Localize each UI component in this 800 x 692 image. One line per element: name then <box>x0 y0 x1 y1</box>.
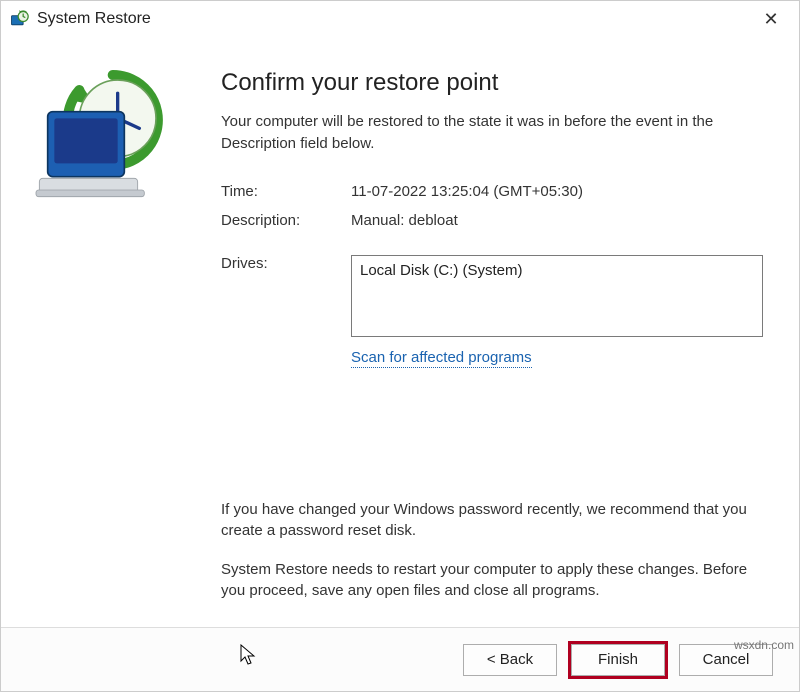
restore-illustration-icon <box>26 65 196 215</box>
notice-password-reset: If you have changed your Windows passwor… <box>221 499 763 541</box>
field-time: Time: 11-07-2022 13:25:04 (GMT+05:30) <box>221 183 763 200</box>
drives-item[interactable]: Local Disk (C:) (System) <box>360 262 754 279</box>
scan-affected-programs-link[interactable]: Scan for affected programs <box>351 349 532 368</box>
wizard-content: Confirm your restore point Your computer… <box>221 37 799 627</box>
finish-button[interactable]: Finish <box>571 644 665 676</box>
page-subtext: Your computer will be restored to the st… <box>221 111 763 155</box>
system-restore-wizard: System Restore ✕ Confirm your restore po… <box>0 0 800 692</box>
system-restore-icon <box>9 9 29 29</box>
watermark-text: wsxdn.com <box>734 638 794 652</box>
page-heading: Confirm your restore point <box>221 69 763 97</box>
wizard-footer: < Back Finish Cancel <box>1 627 799 691</box>
field-description: Description: Manual: debloat <box>221 212 763 229</box>
titlebar: System Restore ✕ <box>1 1 799 37</box>
description-label: Description: <box>221 212 351 229</box>
drives-listbox[interactable]: Local Disk (C:) (System) <box>351 255 763 337</box>
drives-label: Drives: <box>221 255 351 272</box>
notices: If you have changed your Windows passwor… <box>221 481 763 601</box>
wizard-banner <box>1 37 221 627</box>
notice-restart: System Restore needs to restart your com… <box>221 559 763 601</box>
wizard-body: Confirm your restore point Your computer… <box>1 37 799 627</box>
window-title: System Restore <box>37 10 151 28</box>
close-button[interactable]: ✕ <box>749 4 793 34</box>
field-drives: Drives: Local Disk (C:) (System) Scan fo… <box>221 255 763 366</box>
time-label: Time: <box>221 183 351 200</box>
back-button[interactable]: < Back <box>463 644 557 676</box>
description-value: Manual: debloat <box>351 212 763 229</box>
close-icon: ✕ <box>763 9 778 30</box>
time-value: 11-07-2022 13:25:04 (GMT+05:30) <box>351 183 763 200</box>
